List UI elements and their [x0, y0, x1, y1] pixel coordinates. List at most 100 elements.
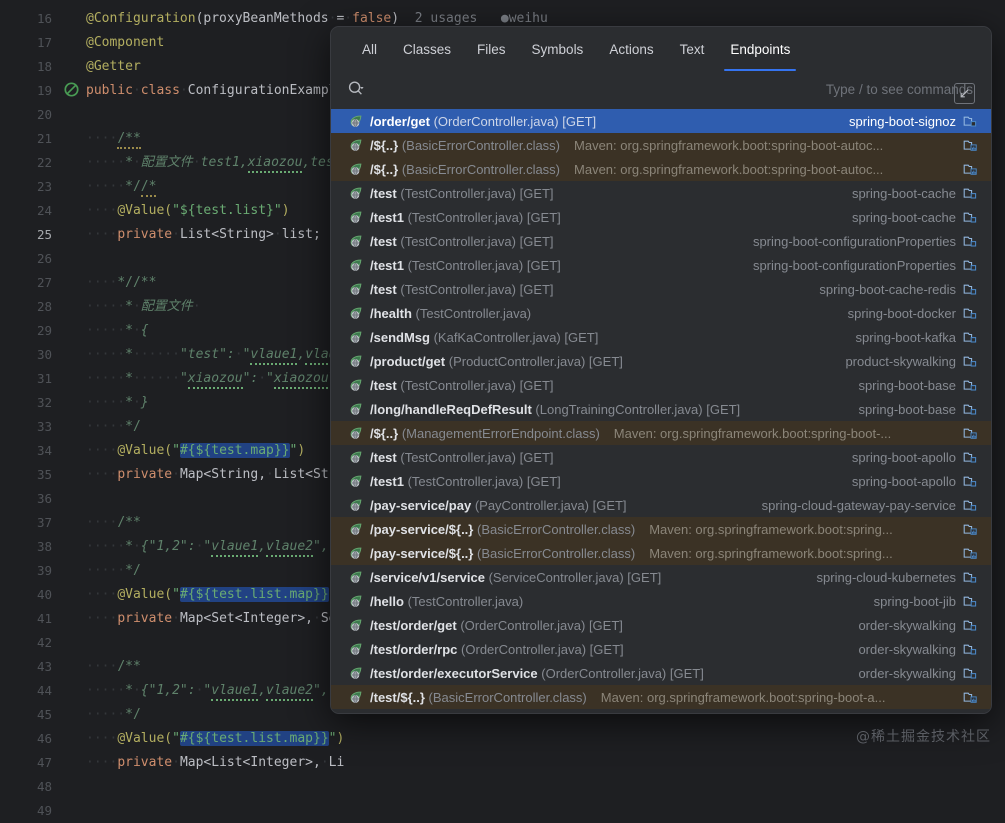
maven-coordinates: Maven: org.springframework.boot:spring..… [649, 545, 893, 561]
endpoint-row[interactable]: /pay-service/${..} (BasicErrorController… [331, 541, 991, 565]
endpoint-label: /test/order/executorService (OrderContro… [370, 665, 704, 681]
endpoint-label: /test1 (TestController.java) [GET] [370, 257, 561, 273]
endpoint-row[interactable]: /test/order/executorService (OrderContro… [331, 661, 991, 685]
search-row[interactable]: Type / to see commands [331, 71, 991, 107]
tab-symbols[interactable]: Symbols [519, 27, 597, 71]
endpoint-label: /test1 (TestController.java) [GET] [370, 473, 561, 489]
endpoints-result-list[interactable]: /order/get (OrderController.java) [GET] s… [331, 107, 991, 713]
line-number: 19 [36, 83, 52, 98]
line-number: 40 [36, 587, 52, 602]
bean-marker-icon[interactable] [64, 82, 79, 97]
line-number: 49 [36, 803, 52, 818]
endpoint-row[interactable]: /test (TestController.java) [GET] spring-… [331, 373, 991, 397]
endpoint-row[interactable]: /test (TestController.java) [GET] spring-… [331, 445, 991, 469]
endpoint-row[interactable]: /long/handleReqDefResult (LongTrainingCo… [331, 397, 991, 421]
line-number: 30 [36, 347, 52, 362]
line-number: 31 [36, 371, 52, 386]
line-number: 35 [36, 467, 52, 482]
module-icon [963, 306, 977, 320]
code-line-47: ····private·Map<List<Integer>,·Li [86, 755, 345, 770]
line-number: 28 [36, 299, 52, 314]
endpoint-row[interactable]: /${..} (BasicErrorController.class) Maven… [331, 157, 991, 181]
module-name: spring-boot-apollo [851, 473, 956, 489]
module-name: spring-boot-docker [847, 305, 956, 321]
endpoint-row[interactable]: /service/v1/service (ServiceController.j… [331, 565, 991, 589]
module-icon [963, 402, 977, 416]
endpoint-row[interactable]: /test1 (TestController.java) [GET] spring… [331, 469, 991, 493]
line-number: 25 [36, 227, 52, 242]
endpoint-row[interactable]: /test (TestController.java) [GET] spring-… [331, 181, 991, 205]
endpoint-row[interactable]: /pay-service/pay (PayController.java) [G… [331, 493, 991, 517]
module-name: spring-boot-apollo [851, 449, 956, 465]
line-number: 46 [36, 731, 52, 746]
module-icon [963, 114, 977, 128]
module-icon [963, 666, 977, 680]
line-number: 38 [36, 539, 52, 554]
tab-endpoints[interactable]: Endpoints [717, 27, 803, 71]
module-icon [963, 618, 977, 632]
endpoint-label: /hello (TestController.java) [370, 593, 524, 609]
endpoint-row[interactable]: /pay-service/${..} (BasicErrorController… [331, 517, 991, 541]
endpoint-row[interactable]: /sendMsg (KafKaController.java) [GET] spr… [331, 325, 991, 349]
endpoint-icon [349, 522, 363, 536]
endpoint-row[interactable]: /test/order/get (OrderController.java) [… [331, 613, 991, 637]
module-name: spring-boot-cache-redis [819, 281, 956, 297]
module-name: spring-boot-jib [873, 593, 956, 609]
search-everywhere-tabbar: All Classes Files Symbols Actions Text Endpoin… [331, 27, 991, 71]
tab-text[interactable]: Text [667, 27, 718, 71]
endpoint-label: /service/v1/service (ServiceController.j… [370, 569, 662, 585]
module-name: order-skywalking [858, 665, 956, 681]
library-icon [963, 162, 977, 176]
line-number: 44 [36, 683, 52, 698]
endpoint-label: /test (TestController.java) [GET] [370, 185, 554, 201]
line-number: 37 [36, 515, 52, 530]
module-name: spring-boot-base [858, 377, 956, 393]
endpoint-label: /test (TestController.java) [GET] [370, 377, 554, 393]
endpoint-label: /pay-service/pay (PayController.java) [G… [370, 497, 627, 513]
endpoint-row[interactable]: /order/get (OrderController.java) [GET] s… [331, 109, 991, 133]
module-name: spring-boot-kafka [855, 329, 956, 345]
endpoint-row[interactable]: /test (TestController.java) [GET] spring-… [331, 229, 991, 253]
endpoint-row[interactable]: /${..} (ManagementErrorEndpoint.class) Ma… [331, 421, 991, 445]
tab-classes[interactable]: Classes [390, 27, 464, 71]
module-icon [963, 282, 977, 296]
endpoint-row[interactable]: /health (TestController.java) spring-boot… [331, 301, 991, 325]
endpoint-icon [349, 114, 363, 128]
search-everywhere-popup[interactable]: All Classes Files Symbols Actions Text Endpoin… [330, 26, 992, 714]
endpoint-row[interactable]: /test1 (TestController.java) [GET] spring… [331, 205, 991, 229]
maven-coordinates: Maven: org.springframework.boot:spring-b… [600, 689, 886, 705]
tab-all[interactable]: All [349, 27, 390, 71]
endpoint-label: /test (TestController.java) [GET] [370, 449, 554, 465]
line-number: 23 [36, 179, 52, 194]
line-number: 34 [36, 443, 52, 458]
endpoint-row[interactable]: /test1 (TestController.java) [GET] spring… [331, 253, 991, 277]
endpoint-label: /test/order/rpc (OrderController.java) [… [370, 641, 624, 657]
line-number: 27 [36, 275, 52, 290]
endpoint-label: /long/handleReqDefResult (LongTrainingCo… [370, 401, 741, 417]
maven-coordinates: Maven: org.springframework.boot:spring-b… [574, 137, 884, 153]
endpoint-row[interactable]: /product/get (ProductController.java) [G… [331, 349, 991, 373]
search-input[interactable] [373, 81, 816, 97]
author-inlay: ● [500, 11, 509, 26]
module-name: spring-boot-configurationProperties [752, 233, 956, 249]
tab-files[interactable]: Files [464, 27, 519, 71]
endpoint-row[interactable]: /test/order/rpc (OrderController.java) [… [331, 637, 991, 661]
endpoint-row[interactable]: /test/${..} (BasicErrorController.class)… [331, 685, 991, 709]
library-icon [963, 522, 977, 536]
endpoint-row[interactable]: /${..} (BasicErrorController.class) Maven… [331, 133, 991, 157]
tab-actions[interactable]: Actions [596, 27, 666, 71]
endpoint-label: /product/get (ProductController.java) [G… [370, 353, 623, 369]
endpoint-label: /test/order/get (OrderController.java) [… [370, 617, 623, 633]
endpoint-row[interactable]: /hello (TestController.java) spring-boot-… [331, 589, 991, 613]
line-number: 32 [36, 395, 52, 410]
search-icon[interactable] [347, 80, 365, 98]
endpoint-row[interactable]: /test (TestController.java) [GET] spring-… [331, 277, 991, 301]
module-name: spring-boot-signoz [849, 113, 956, 129]
collapse-arrow-icon[interactable] [954, 83, 975, 104]
module-icon [963, 330, 977, 344]
module-name: spring-cloud-gateway-pay-service [761, 497, 956, 513]
module-name: order-skywalking [858, 641, 956, 657]
endpoint-icon [349, 138, 363, 152]
